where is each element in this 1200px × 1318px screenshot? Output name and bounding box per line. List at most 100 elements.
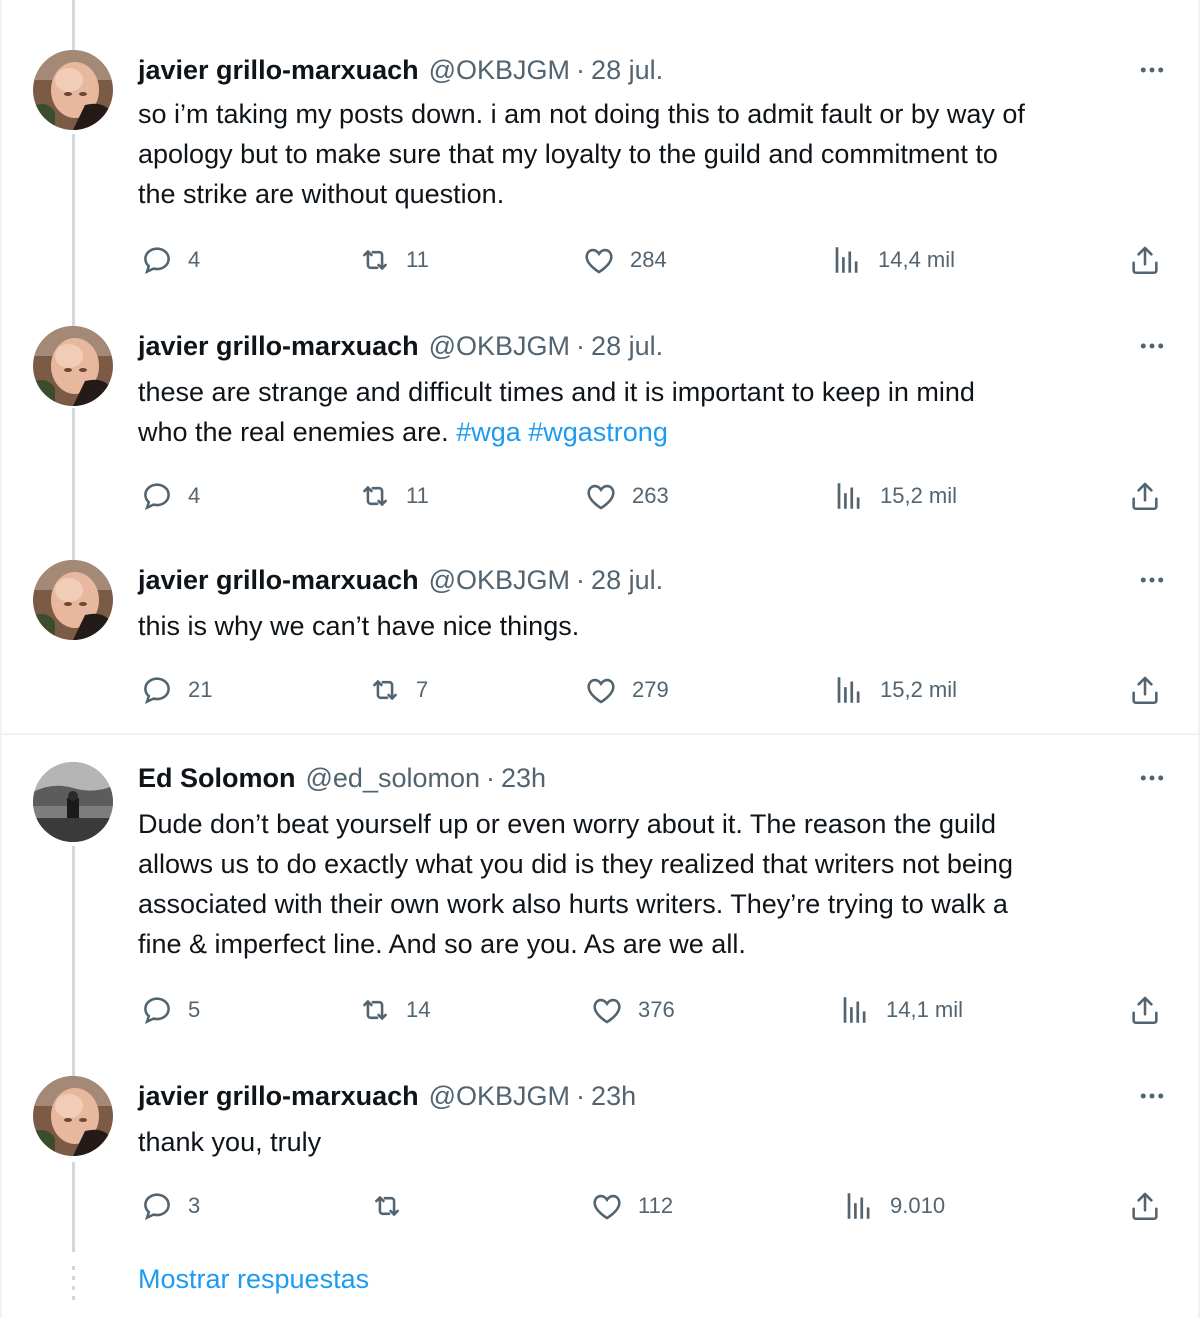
retweet-button[interactable]: 11	[358, 476, 429, 516]
timestamp[interactable]: 28 jul.	[591, 55, 663, 86]
thread-line	[72, 0, 75, 50]
reply-button[interactable]: 3	[140, 1186, 200, 1226]
like-icon	[590, 993, 624, 1027]
share-icon	[1128, 1189, 1162, 1223]
retweet-icon	[358, 993, 392, 1027]
show-replies-link[interactable]: Mostrar respuestas	[138, 1264, 369, 1295]
views-icon	[838, 993, 872, 1027]
author-handle[interactable]: @OKBJGM	[429, 331, 570, 362]
tweet-text-line: thank you, truly	[138, 1127, 322, 1157]
tweet[interactable]: javier grillo-marxuach @OKBJGM · 28 jul.…	[0, 326, 1200, 526]
reply-icon	[140, 479, 174, 513]
tweet-actions: 3 112 9.010	[0, 1186, 1200, 1226]
reply-button[interactable]: 4	[140, 476, 200, 516]
author-name[interactable]: javier grillo-marxuach	[138, 331, 419, 362]
like-button[interactable]: 263	[584, 476, 669, 516]
avatar[interactable]	[33, 1076, 113, 1156]
tweet-actions: 5 14 376 14,1 mil	[0, 990, 1200, 1030]
retweet-icon	[370, 1189, 404, 1223]
views-icon	[832, 673, 866, 707]
retweet-button[interactable]: 7	[368, 670, 428, 710]
tweet[interactable]: javier grillo-marxuach @OKBJGM · 28 jul.…	[0, 50, 1200, 290]
avatar[interactable]	[33, 560, 113, 640]
hashtag-link[interactable]: #wgastrong	[528, 417, 668, 447]
reply-icon	[140, 993, 174, 1027]
views-button[interactable]: 15,2 mil	[832, 670, 957, 710]
more-options-icon[interactable]	[1134, 328, 1170, 364]
share-button[interactable]	[1128, 670, 1176, 710]
separator: ·	[576, 54, 586, 85]
more-options-icon[interactable]	[1134, 562, 1170, 598]
reply-icon	[140, 1189, 174, 1223]
views-count: 9.010	[890, 1193, 946, 1218]
share-button[interactable]	[1128, 476, 1176, 516]
like-button[interactable]: 284	[582, 240, 667, 280]
author-handle[interactable]: @OKBJGM	[429, 1081, 570, 1112]
separator: ·	[576, 1080, 586, 1111]
tweet-header: Ed Solomon @ed_solomon · 23h	[138, 758, 1110, 798]
author-handle[interactable]: @OKBJGM	[429, 55, 570, 86]
tweet-actions: 4 11 284 14,4 mil	[0, 240, 1200, 280]
views-button[interactable]: 14,4 mil	[830, 240, 955, 280]
like-count: 376	[638, 997, 675, 1022]
tweet-text-line: Dude don’t beat yourself up or even worr…	[138, 809, 997, 839]
more-options-icon[interactable]	[1134, 52, 1170, 88]
tweet-text-line: this is why we can’t have nice things.	[138, 611, 580, 641]
views-button[interactable]: 14,1 mil	[838, 990, 963, 1030]
tweet[interactable]: javier grillo-marxuach @OKBJGM · 23h tha…	[0, 1076, 1200, 1236]
share-button[interactable]	[1128, 1186, 1176, 1226]
tweet-text-line: who the real enemies are. #wga #wgastron…	[138, 412, 1170, 452]
retweet-button[interactable]: 14	[358, 990, 430, 1030]
views-button[interactable]: 9.010	[842, 1186, 945, 1226]
timestamp[interactable]: 28 jul.	[591, 565, 663, 596]
timestamp[interactable]: 28 jul.	[591, 331, 663, 362]
more-options-icon[interactable]	[1134, 760, 1170, 796]
share-button[interactable]	[1128, 240, 1176, 280]
tweet-header: javier grillo-marxuach @OKBJGM · 28 jul.	[138, 50, 1110, 90]
separator: ·	[576, 330, 586, 361]
tweet-header: javier grillo-marxuach @OKBJGM · 23h	[138, 1076, 1110, 1116]
reply-count: 21	[188, 677, 213, 702]
avatar[interactable]	[33, 326, 113, 406]
timestamp[interactable]: 23h	[591, 1081, 636, 1112]
share-icon	[1128, 243, 1162, 277]
like-button[interactable]: 376	[590, 990, 675, 1030]
retweet-count: 11	[406, 483, 429, 508]
reply-icon	[140, 243, 174, 277]
tweet-actions: 21 7 279 15,2 mil	[0, 670, 1200, 710]
reply-icon	[140, 673, 174, 707]
retweet-button[interactable]	[370, 1186, 418, 1226]
views-button[interactable]: 15,2 mil	[832, 476, 957, 516]
retweet-button[interactable]: 11	[358, 240, 429, 280]
views-count: 14,4 mil	[878, 247, 956, 272]
tweet-text: these are strange and difficult times an…	[138, 372, 1170, 452]
avatar[interactable]	[33, 762, 113, 842]
author-handle[interactable]: @ed_solomon	[306, 763, 481, 794]
timestamp[interactable]: 23h	[501, 763, 546, 794]
like-button[interactable]: 279	[584, 670, 669, 710]
retweet-icon	[358, 243, 392, 277]
tweet[interactable]: Ed Solomon @ed_solomon · 23h Dude don’t …	[0, 758, 1200, 1048]
hashtag-link[interactable]: #wga	[456, 417, 521, 447]
author-name[interactable]: javier grillo-marxuach	[138, 565, 419, 596]
author-name[interactable]: javier grillo-marxuach	[138, 55, 419, 86]
author-name[interactable]: Ed Solomon	[138, 763, 296, 794]
reply-button[interactable]: 4	[140, 240, 200, 280]
reply-button[interactable]: 5	[140, 990, 200, 1030]
more-options-icon[interactable]	[1134, 1078, 1170, 1114]
reply-count: 4	[188, 483, 201, 508]
author-handle[interactable]: @OKBJGM	[429, 565, 570, 596]
like-icon	[590, 1189, 624, 1223]
share-button[interactable]	[1128, 990, 1176, 1030]
retweet-count: 14	[406, 997, 431, 1022]
tweet-header: javier grillo-marxuach @OKBJGM · 28 jul.	[138, 326, 1110, 366]
reply-button[interactable]: 21	[140, 670, 212, 710]
views-count: 15,2 mil	[880, 483, 958, 508]
avatar[interactable]	[33, 50, 113, 130]
retweet-icon	[358, 479, 392, 513]
like-button[interactable]: 112	[590, 1186, 673, 1226]
author-name[interactable]: javier grillo-marxuach	[138, 1081, 419, 1112]
like-icon	[584, 479, 618, 513]
tweet[interactable]: javier grillo-marxuach @OKBJGM · 28 jul.…	[0, 560, 1200, 720]
separator: ·	[486, 762, 496, 793]
